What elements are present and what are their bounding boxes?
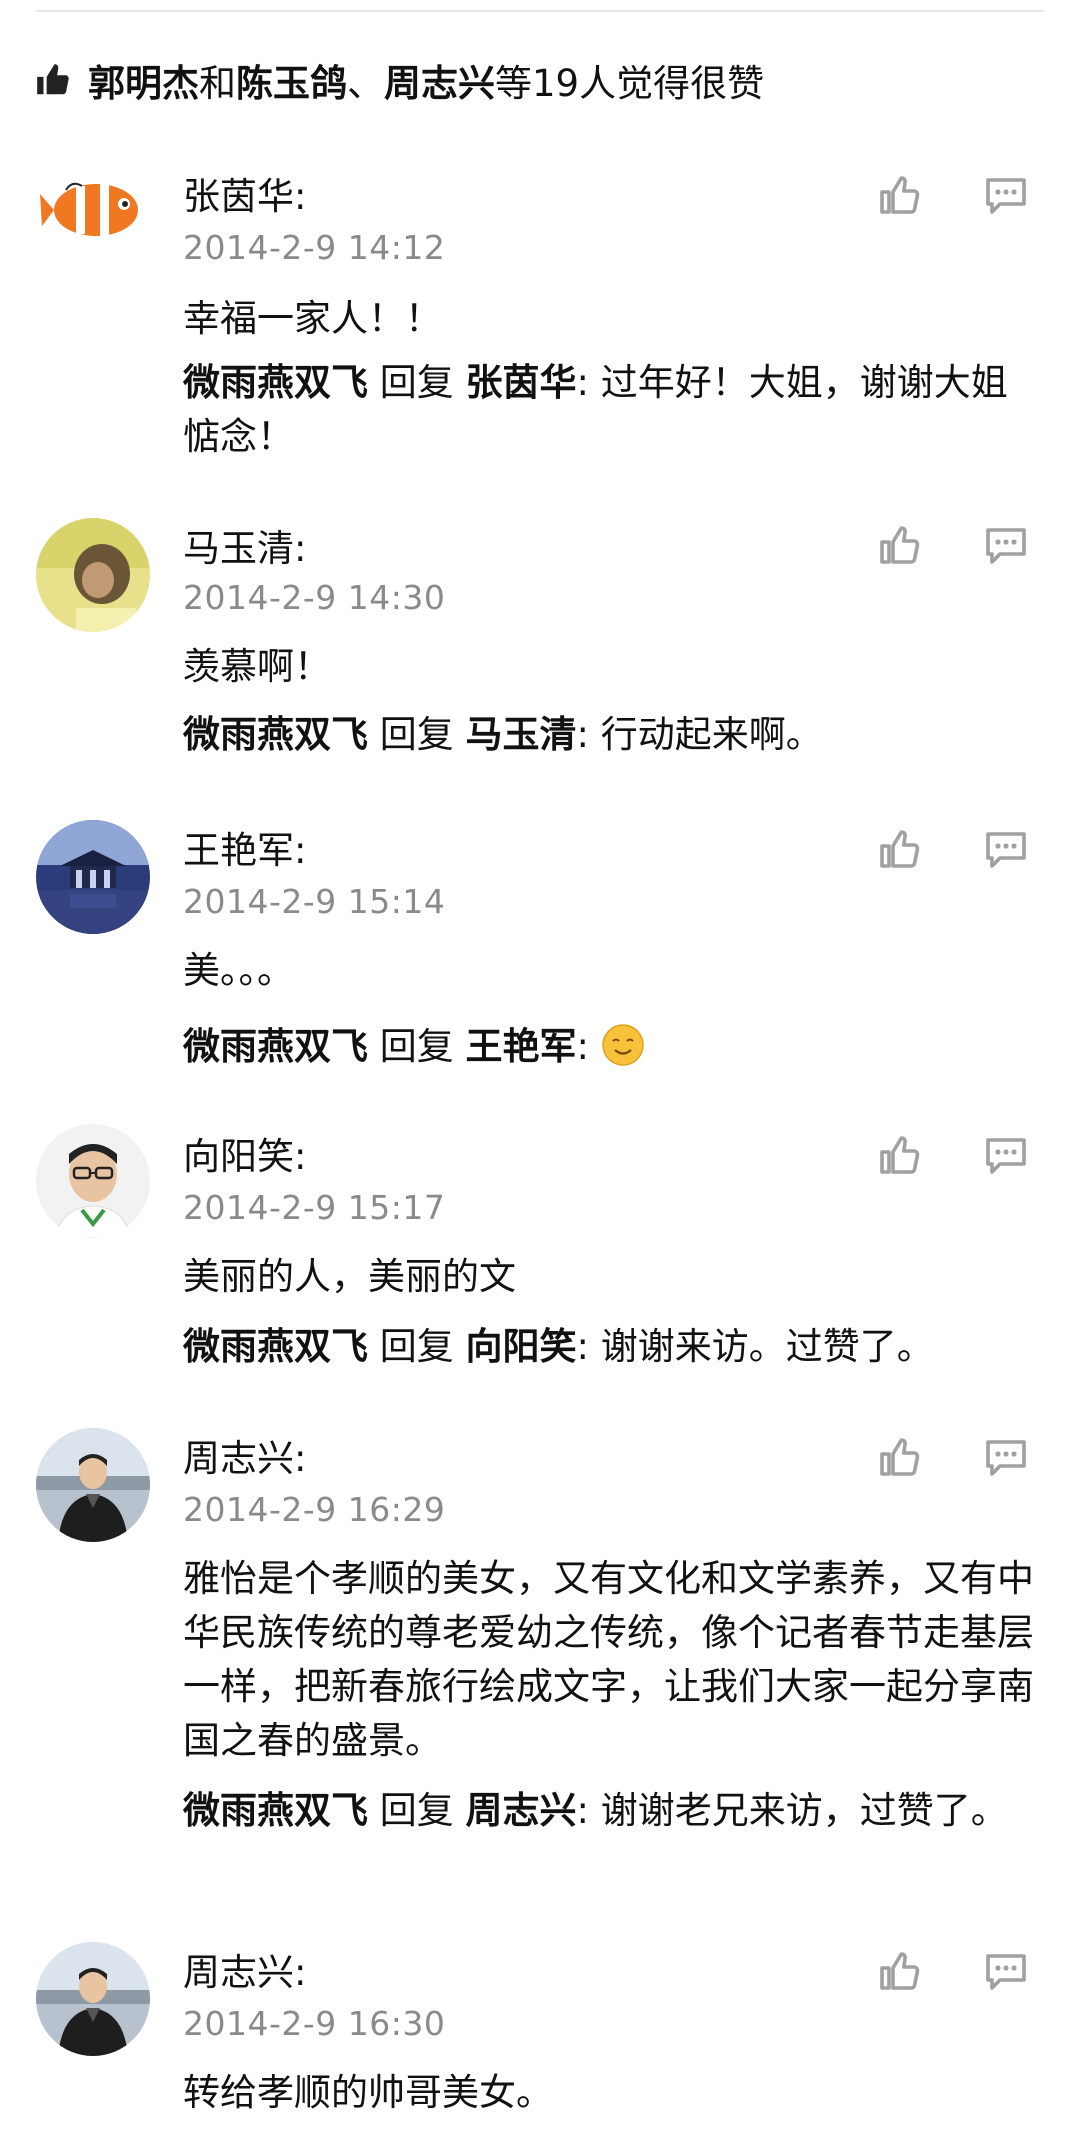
thumbs-up-filled-icon [34,61,72,99]
comment-text: 幸福一家人！！ [183,297,442,340]
comment-text: 美丽的人，美丽的文 [183,1255,516,1298]
reply-text: : 谢谢老兄来访，过赞了。 [576,1789,1008,1832]
top-divider [36,10,1044,12]
reply-word: 回复 [379,1025,454,1068]
reply-text: : 谢谢来访。过赞了。 [576,1325,934,1368]
likes-text: 郭明杰和陈玉鸽、周志兴等19人觉得很赞 [88,53,764,107]
thumbs-up-outline-icon[interactable] [876,1434,924,1482]
thumbs-up-outline-icon[interactable] [876,826,924,874]
man-coat-avatar[interactable] [36,1428,150,1542]
comment-reply: 微雨燕双飞 回复 王艳军: [183,1020,1043,1074]
yellow-photo-avatar[interactable] [36,518,150,632]
comment-bubble-icon[interactable] [982,1434,1030,1482]
reply-target[interactable]: 向阳笑 [466,1325,577,1368]
comment-reply: 微雨燕双飞 回复 周志兴: 谢谢老兄来访，过赞了。 [183,1784,1043,1838]
comment-bubble-icon[interactable] [982,1948,1030,1996]
comment-bubble-icon[interactable] [982,1132,1030,1180]
comment-bubble-icon[interactable] [982,826,1030,874]
thumbs-up-outline-icon[interactable] [876,522,924,570]
comment-timestamp: 2014-2-9 15:17 [183,1188,446,1227]
reply-word: 回复 [379,1789,454,1832]
pavilion-avatar[interactable] [36,820,150,934]
comment-author[interactable]: 王艳军: [183,820,306,874]
comment-author[interactable]: 马玉清: [183,518,306,572]
man-coat-avatar[interactable] [36,1942,150,2056]
reply-word: 回复 [379,361,454,404]
likes-suffix: 等19人觉得很赞 [495,62,765,105]
comment-timestamp: 2014-2-9 16:29 [183,1490,446,1529]
comment-author[interactable]: 周志兴: [183,1428,306,1482]
comment-bubble-icon[interactable] [982,522,1030,570]
reply-word: 回复 [379,1325,454,1368]
reply-author[interactable]: 微雨燕双飞 [183,361,368,404]
thumbs-up-outline-icon[interactable] [876,1132,924,1180]
reply-text: : 行动起来啊。 [576,713,823,756]
clownfish-avatar[interactable] [36,150,150,264]
comment-author[interactable]: 张茵华: [183,166,306,220]
likes-summary[interactable]: 郭明杰和陈玉鸽、周志兴等19人觉得很赞 [34,52,764,108]
comment-bubble-icon[interactable] [982,172,1030,220]
liker-name-3[interactable]: 周志兴 [384,62,495,105]
liker-name-1[interactable]: 郭明杰 [88,62,199,105]
comment-reply: 微雨燕双飞 回复 马玉清: 行动起来啊。 [183,708,1043,762]
comment-text: 羡慕啊！ [183,645,331,688]
reply-target[interactable]: 马玉清 [466,713,577,756]
liker-name-2[interactable]: 陈玉鸽 [236,62,347,105]
reply-target[interactable]: 周志兴 [466,1789,577,1832]
comment-text: 转给孝顺的帅哥美女。 [183,2071,553,2114]
likes-and: 和 [199,62,236,105]
comment-reply: 微雨燕双飞 回复 张茵华: 过年好！大姐，谢谢大姐惦念！ [183,356,1043,464]
reply-author[interactable]: 微雨燕双飞 [183,1789,368,1832]
comment-timestamp: 2014-2-9 14:12 [183,228,446,267]
comment-timestamp: 2014-2-9 15:14 [183,882,446,921]
thumbs-up-outline-icon[interactable] [876,1948,924,1996]
thumbs-up-outline-icon[interactable] [876,172,924,220]
comment-text: 雅怡是个孝顺的美女，又有文化和文学素养，又有中华民族传统的尊老爱幼之传统，像个记… [183,1557,1034,1762]
reply-author[interactable]: 微雨燕双飞 [183,1025,368,1068]
reply-author[interactable]: 微雨燕双飞 [183,713,368,756]
comment-timestamp: 2014-2-9 16:30 [183,2004,446,2043]
smile-emoji-icon [601,1023,645,1067]
man-glasses-avatar[interactable] [36,1124,150,1238]
reply-text: : [576,1025,589,1068]
comment-text: 美。。。 [183,949,294,992]
comment-author[interactable]: 向阳笑: [183,1126,306,1180]
reply-word: 回复 [379,713,454,756]
comment-author[interactable]: 周志兴: [183,1942,306,1996]
reply-target[interactable]: 王艳军 [466,1025,577,1068]
reply-author[interactable]: 微雨燕双飞 [183,1325,368,1368]
likes-sep: 、 [347,62,384,105]
comment-reply: 微雨燕双飞 回复 向阳笑: 谢谢来访。过赞了。 [183,1320,1043,1374]
reply-target[interactable]: 张茵华 [466,361,577,404]
comment-timestamp: 2014-2-9 14:30 [183,578,446,617]
